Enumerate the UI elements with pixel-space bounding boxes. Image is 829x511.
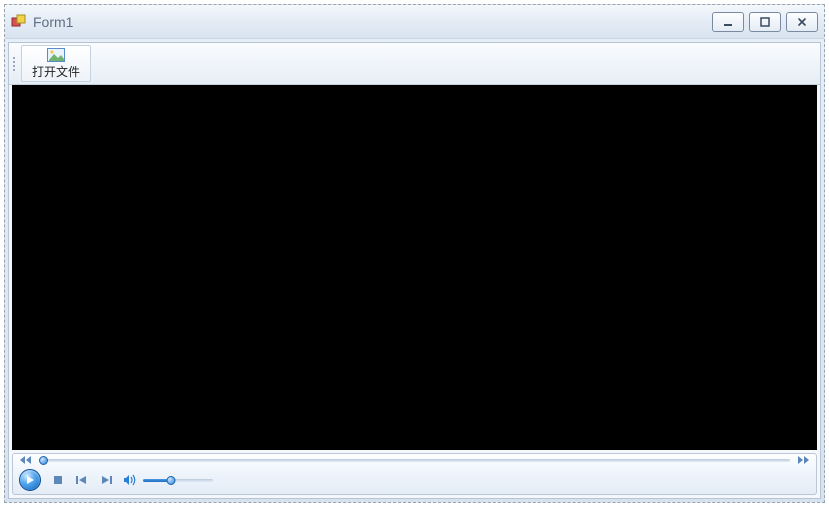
toolbar: 打开文件 (9, 43, 820, 85)
open-file-label: 打开文件 (32, 63, 80, 80)
transport-row (13, 466, 816, 494)
client-area: 打开文件 (8, 42, 821, 499)
seek-thumb[interactable] (39, 456, 48, 465)
maximize-button[interactable] (749, 12, 781, 32)
volume-icon[interactable] (123, 473, 137, 487)
minimize-button[interactable] (712, 12, 744, 32)
seek-back-button[interactable] (19, 455, 33, 465)
stop-button[interactable] (51, 473, 65, 487)
seekbar-row (13, 454, 816, 466)
close-button[interactable] (786, 12, 818, 32)
window-controls (712, 12, 818, 32)
toolbar-grip (13, 45, 19, 82)
titlebar: Form1 (5, 5, 824, 39)
previous-button[interactable] (75, 473, 89, 487)
video-area[interactable] (12, 85, 817, 450)
image-icon (47, 48, 65, 62)
volume-slider[interactable] (143, 479, 213, 482)
seek-slider[interactable] (39, 459, 790, 462)
seek-forward-button[interactable] (796, 455, 810, 465)
app-icon (11, 14, 27, 30)
form-window: Form1 (4, 4, 825, 503)
volume-thumb[interactable] (167, 476, 176, 485)
media-player-controls (12, 453, 817, 495)
volume-control (123, 473, 213, 487)
window-title: Form1 (33, 14, 712, 30)
next-button[interactable] (99, 473, 113, 487)
open-file-button[interactable]: 打开文件 (21, 45, 91, 82)
play-button[interactable] (19, 469, 41, 491)
